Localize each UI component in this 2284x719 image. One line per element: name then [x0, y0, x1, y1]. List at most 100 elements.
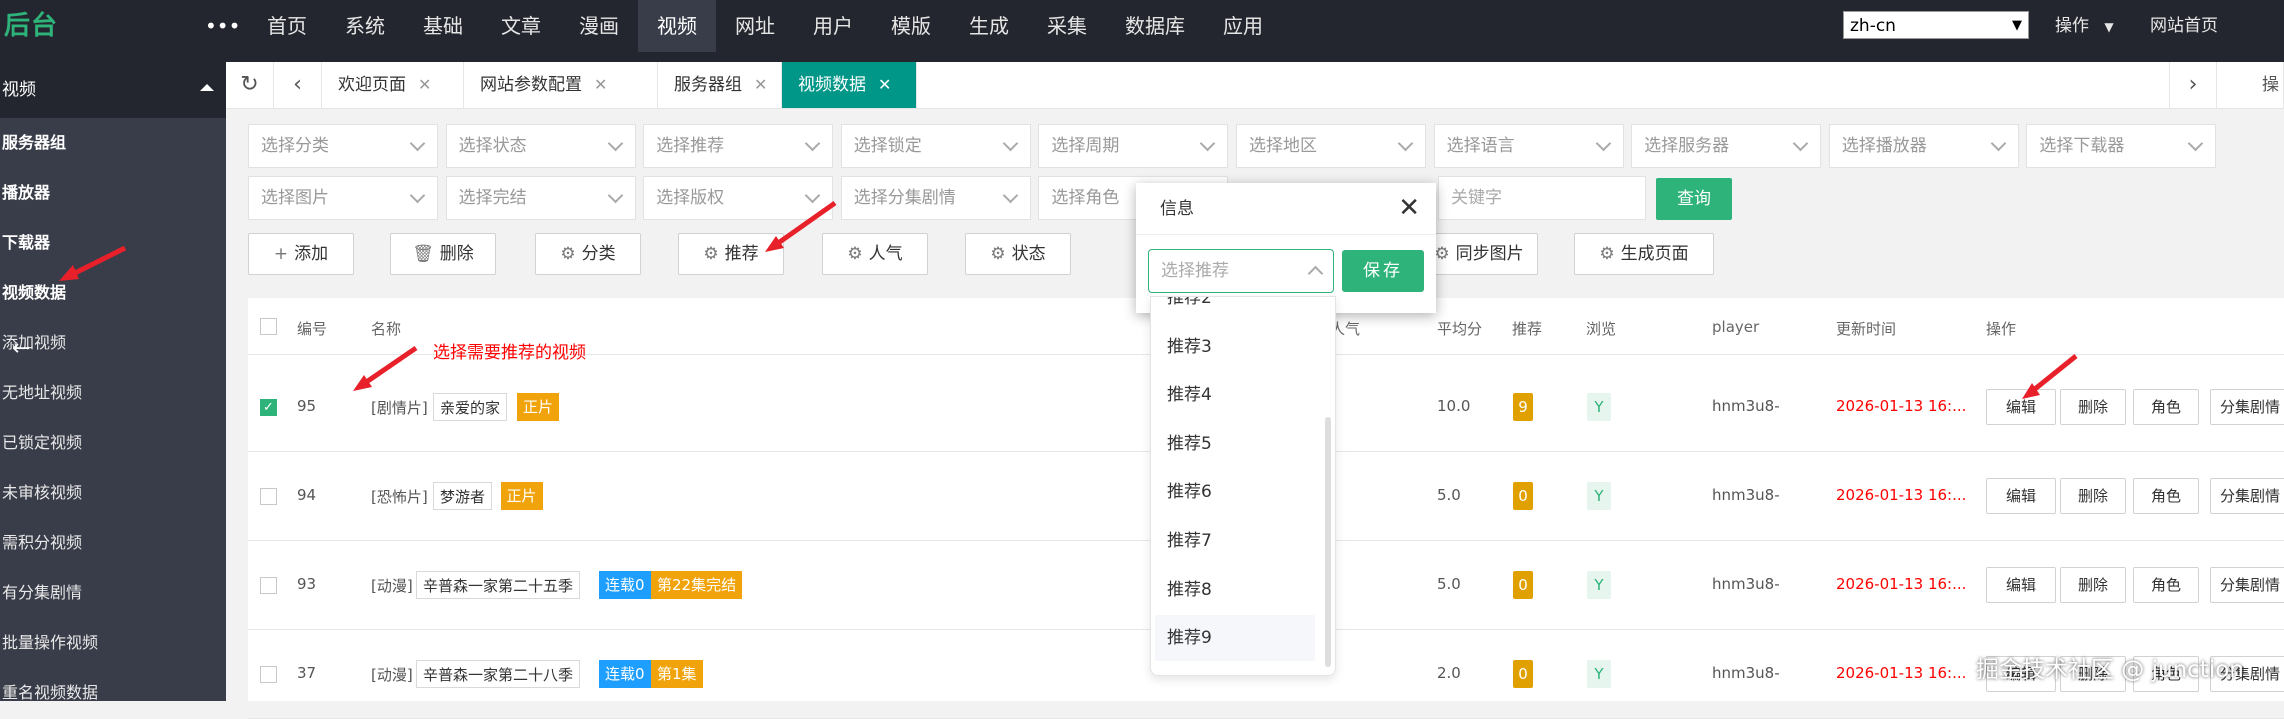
- close-icon[interactable]: ✕: [1398, 195, 1420, 221]
- language-select[interactable]: zh-cn ▼: [1843, 11, 2029, 39]
- toolbar-button[interactable]: + 添加: [248, 233, 354, 275]
- filter-select[interactable]: 选择锁定: [840, 124, 1031, 168]
- toolbar-button[interactable]: ⚙ 状态: [965, 233, 1071, 275]
- row-action-button[interactable]: 分集剧情: [2210, 567, 2284, 603]
- tab-operations[interactable]: 操: [2217, 62, 2284, 108]
- site-home-link[interactable]: 网站首页: [2150, 0, 2218, 52]
- top-nav-item[interactable]: 应用: [1204, 0, 1282, 52]
- close-icon[interactable]: ✕: [878, 75, 891, 94]
- top-nav-item[interactable]: 数据库: [1106, 0, 1204, 52]
- top-nav-item[interactable]: 漫画: [560, 0, 638, 52]
- tab-item[interactable]: 服务器组 ✕: [658, 62, 782, 108]
- toolbar-button[interactable]: 🗑 删除: [390, 233, 496, 275]
- sidebar-section-video[interactable]: 视频: [0, 62, 226, 118]
- top-nav-item[interactable]: 基础: [404, 0, 482, 52]
- sidebar-item[interactable]: 服务器组: [0, 118, 226, 168]
- sidebar-item[interactable]: 播放器: [0, 168, 226, 218]
- row-checkbox[interactable]: [260, 666, 277, 683]
- top-nav-item[interactable]: 首页: [248, 0, 326, 52]
- tab-item[interactable]: 欢迎页面 ✕: [322, 62, 464, 108]
- toolbar-button[interactable]: ⚙ 分类: [535, 233, 641, 275]
- filter-select[interactable]: 选择地区: [1236, 124, 1426, 168]
- row-action-button[interactable]: 角色: [2133, 389, 2199, 425]
- sidebar-item[interactable]: 有分集剧情: [0, 568, 226, 618]
- filter-select[interactable]: 选择语言: [1433, 124, 1624, 168]
- tab-item[interactable]: 网站参数配置 ✕: [464, 62, 658, 108]
- top-nav-item[interactable]: 网址: [716, 0, 794, 52]
- dropdown-option[interactable]: 推荐9: [1155, 615, 1315, 662]
- row-action-button[interactable]: 分集剧情: [2210, 478, 2284, 514]
- top-nav-item[interactable]: 模版: [872, 0, 950, 52]
- row-checkbox[interactable]: [260, 488, 277, 505]
- row-action-button[interactable]: 角色: [2133, 478, 2199, 514]
- sidebar-item[interactable]: 批量操作视频: [0, 618, 226, 668]
- filter-select[interactable]: 选择完结: [445, 176, 636, 220]
- dropdown-option[interactable]: 推荐7: [1151, 518, 1319, 564]
- dropdown-scrollbar[interactable]: [1325, 417, 1331, 667]
- toolbar-button[interactable]: ⚙ 同步图片: [1420, 233, 1538, 275]
- top-nav-item[interactable]: 视频: [638, 0, 716, 52]
- tab-scroll-right-icon[interactable]: ›: [2169, 62, 2217, 108]
- top-nav-item[interactable]: 文章: [482, 0, 560, 52]
- dropdown-option[interactable]: 推荐5: [1151, 421, 1319, 467]
- video-name[interactable]: 辛普森一家第二十八季: [416, 660, 581, 688]
- keyword-input[interactable]: 关键字: [1438, 176, 1646, 220]
- chevron-down-icon: ▼: [2012, 18, 2022, 33]
- top-nav-item[interactable]: 系统: [326, 0, 404, 52]
- filter-select[interactable]: 选择图片: [248, 176, 438, 220]
- filter-select[interactable]: 选择下载器: [2026, 124, 2217, 168]
- top-nav-item[interactable]: 生成: [950, 0, 1028, 52]
- tab-item[interactable]: 视频数据 ✕: [782, 62, 917, 108]
- toolbar-button[interactable]: ⚙ 生成页面: [1574, 233, 1714, 275]
- top-nav-item[interactable]: 采集: [1028, 0, 1106, 52]
- dropdown-option[interactable]: 推荐4: [1151, 372, 1319, 418]
- search-button[interactable]: 查询: [1656, 178, 1732, 220]
- video-name[interactable]: 辛普森一家第二十五季: [416, 571, 581, 599]
- filter-select[interactable]: 选择播放器: [1828, 124, 2019, 168]
- filter-select[interactable]: 选择服务器: [1631, 124, 1822, 168]
- tab-scroll-left-icon[interactable]: ‹: [274, 62, 322, 108]
- dropdown-option[interactable]: 推荐3: [1151, 324, 1319, 370]
- save-button[interactable]: 保存: [1342, 250, 1424, 292]
- filter-placeholder: 选择播放器: [1841, 136, 1927, 156]
- sidebar: 视频 服务器组 播放器 下载器 视频数据 添加视频 无地址视频 已锁定视频 未审核视频 需积分视…: [0, 62, 226, 702]
- operate-menu[interactable]: 操作 ▼: [2055, 0, 2114, 52]
- row-action-button[interactable]: 分集剧情: [2210, 389, 2284, 425]
- filter-select[interactable]: 选择状态: [445, 124, 636, 168]
- filter-select[interactable]: 选择分集剧情: [840, 176, 1031, 220]
- video-name[interactable]: 亲爱的家: [433, 393, 508, 421]
- dropdown-option[interactable]: 推荐6: [1151, 469, 1319, 515]
- filter-select[interactable]: 选择推荐: [643, 124, 834, 168]
- tab-label: 视频数据: [798, 75, 866, 95]
- sidebar-item[interactable]: 添加视频: [0, 318, 226, 368]
- sidebar-item[interactable]: 重名视频数据: [0, 668, 226, 718]
- sidebar-item[interactable]: 无地址视频: [0, 368, 226, 418]
- filter-select[interactable]: 选择周期: [1038, 124, 1229, 168]
- refresh-icon[interactable]: ↻: [226, 62, 274, 108]
- dropdown-option[interactable]: 推荐2: [1151, 297, 1319, 321]
- sidebar-item[interactable]: 需积分视频: [0, 518, 226, 568]
- row-action-button[interactable]: 删除: [2060, 567, 2126, 603]
- video-id: 94: [297, 486, 317, 504]
- row-checkbox[interactable]: [260, 577, 277, 594]
- sidebar-item[interactable]: 未审核视频: [0, 468, 226, 518]
- row-action-button[interactable]: 删除: [2060, 478, 2126, 514]
- dropdown-option[interactable]: 推荐8: [1151, 567, 1319, 613]
- select-all-checkbox[interactable]: [260, 318, 277, 335]
- browse-badge: Y: [1587, 571, 1611, 599]
- close-icon[interactable]: ✕: [754, 75, 767, 94]
- row-action-button[interactable]: 角色: [2133, 567, 2199, 603]
- close-icon[interactable]: ✕: [418, 75, 431, 94]
- video-name[interactable]: 梦游者: [433, 482, 493, 510]
- row-checkbox[interactable]: ✓: [260, 399, 277, 416]
- top-nav-item[interactable]: 用户: [794, 0, 872, 52]
- chevron-down-icon: [804, 135, 821, 152]
- row-action-button[interactable]: 编辑: [1986, 567, 2056, 603]
- filter-select[interactable]: 选择分类: [248, 124, 438, 168]
- recommend-select[interactable]: 选择推荐: [1148, 249, 1334, 293]
- close-icon[interactable]: ✕: [594, 75, 607, 94]
- back-arrow-icon[interactable]: ←: [12, 336, 30, 361]
- more-icon[interactable]: •••: [205, 14, 240, 38]
- sidebar-item[interactable]: 已锁定视频: [0, 418, 226, 468]
- row-action-button[interactable]: 编辑: [1986, 478, 2056, 514]
